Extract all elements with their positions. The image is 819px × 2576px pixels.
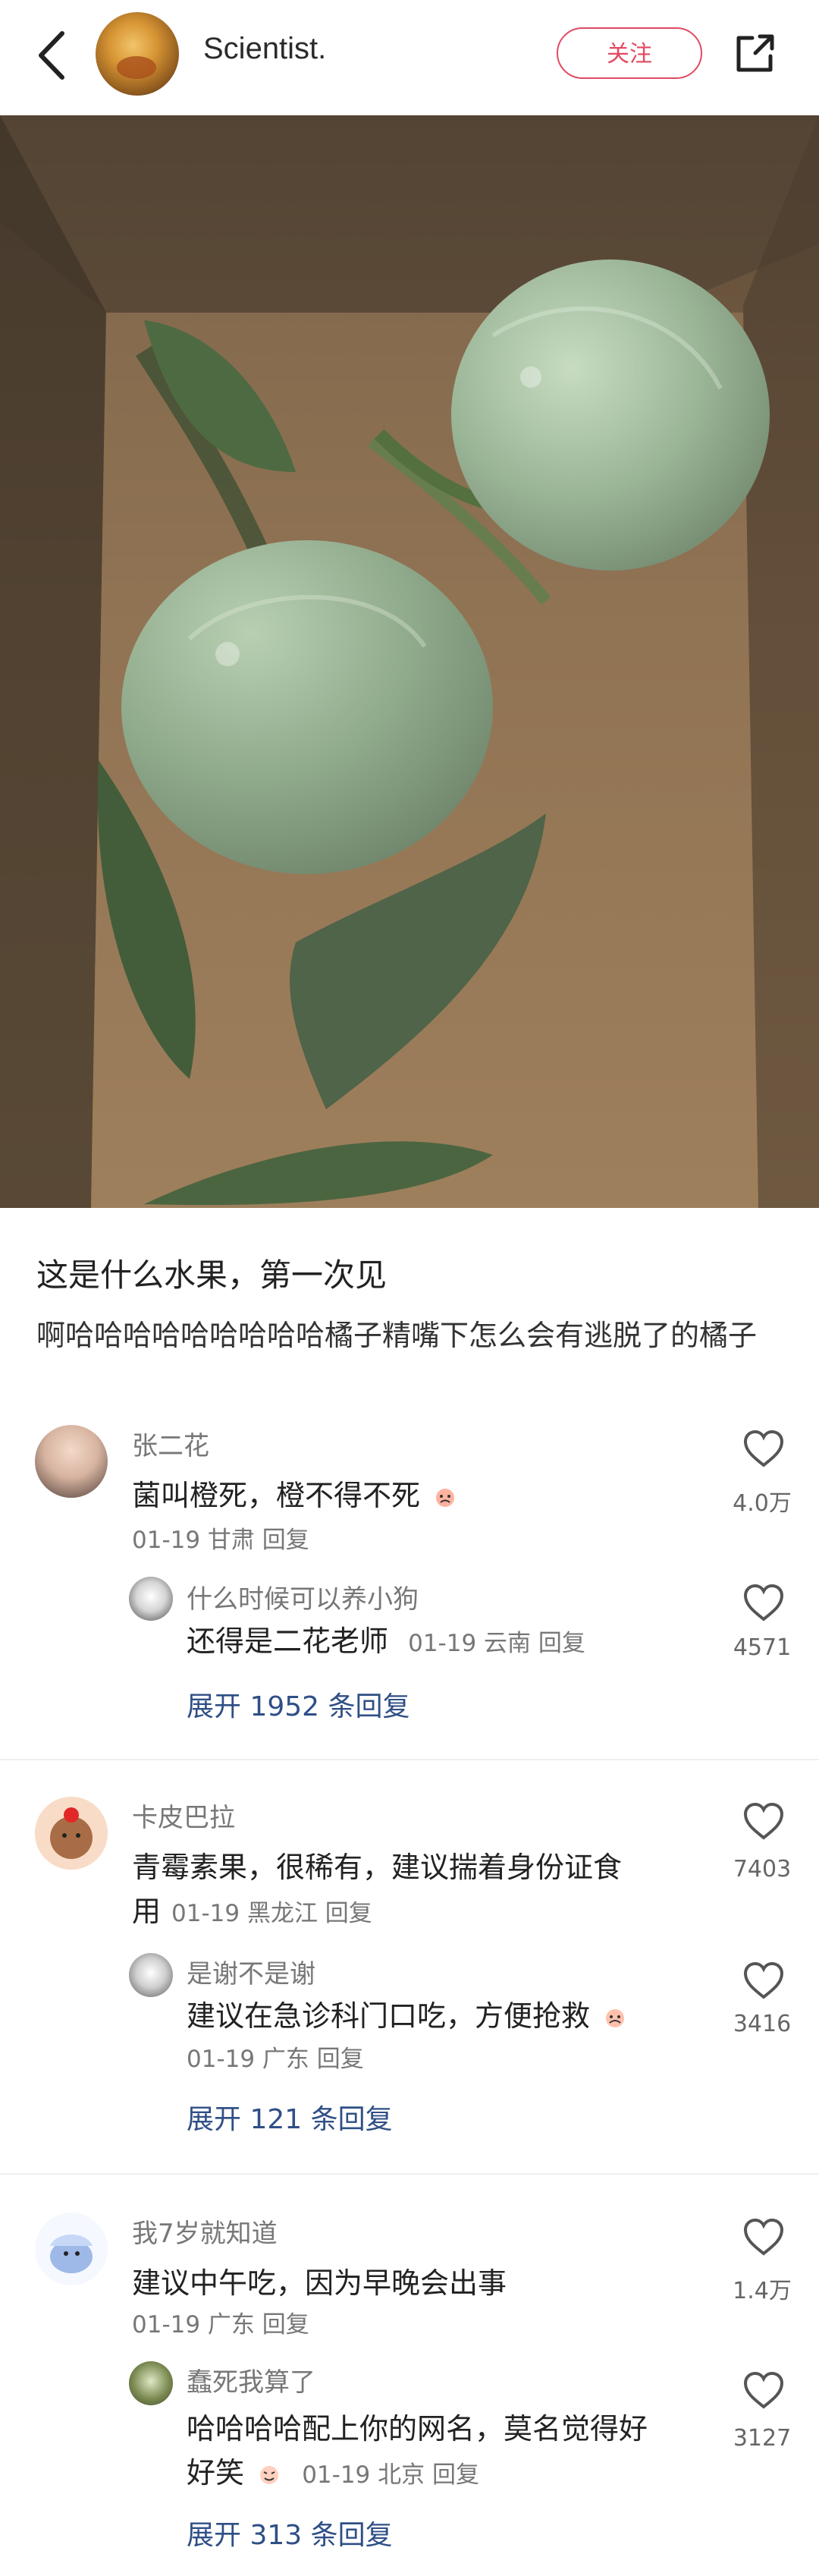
reply-text: 建议在急诊科门口吃，方便抢救 (187, 1994, 628, 2038)
post-photo[interactable] (0, 115, 819, 1208)
expand-replies[interactable]: 展开 313 条回复 (187, 2513, 393, 2552)
post-header: Scientist. 关注 (0, 0, 819, 115)
back-arrow-icon[interactable] (30, 29, 76, 82)
like-heart-icon[interactable] (742, 2217, 786, 2257)
crying-emoji-icon (606, 2008, 625, 2027)
author-avatar[interactable] (96, 12, 179, 96)
like-heart-icon[interactable] (742, 2370, 786, 2410)
commenter-name[interactable]: 卡皮巴拉 (132, 1797, 235, 1834)
like-count: 4.0万 (733, 1490, 792, 1517)
post-title: 这是什么水果，第一次见 (36, 1257, 388, 1294)
reply-name[interactable]: 蠢死我算了 (187, 2361, 315, 2398)
laughing-crying-emoji-icon (260, 2465, 279, 2484)
reply-text: 还得是二花老师 01-19 云南 回复 (187, 1625, 585, 1658)
expand-replies[interactable]: 展开 121 条回复 (187, 2097, 393, 2137)
like-count: 4571 (733, 1634, 792, 1661)
reply-name[interactable]: 什么时候可以养小狗 (187, 1578, 419, 1615)
comment-text: 青霉素果，很稀有，建议揣着身份证食 用 01-19 黑龙江 回复 (132, 1851, 623, 1928)
comment-divider (0, 1759, 819, 1760)
like-heart-icon[interactable] (742, 1801, 786, 1841)
reply-avatar[interactable] (129, 1953, 173, 1997)
reply-text: 哈哈哈哈配上你的网名，莫名觉得好 好笑 01-19 北京 回复 (187, 2412, 648, 2490)
like-count: 3127 (733, 2425, 792, 2452)
share-icon[interactable] (731, 30, 778, 77)
comment-meta[interactable]: 01-19 甘肃 回复 (132, 1521, 309, 1555)
crying-emoji-icon (436, 1488, 455, 1507)
author-name[interactable]: Scientist. (203, 32, 326, 66)
reply-meta[interactable]: 01-19 广东 回复 (187, 2040, 364, 2074)
comment-text: 建议中午吃，因为早晚会出事 (132, 2266, 507, 2300)
like-count: 1.4万 (733, 2278, 792, 2304)
post-description: 啊哈哈哈哈哈哈哈哈哈橘子精嘴下怎么会有逃脱了的橘子 (36, 1319, 758, 1352)
reply-avatar[interactable] (129, 2361, 173, 2405)
like-count: 7403 (733, 1856, 792, 1882)
like-heart-icon[interactable] (742, 1429, 786, 1468)
comment-meta[interactable]: 01-19 广东 回复 (132, 2305, 309, 2339)
commenter-name[interactable]: 我7岁就知道 (132, 2213, 278, 2250)
like-heart-icon[interactable] (742, 1961, 786, 2000)
commenter-name[interactable]: 张二花 (132, 1425, 209, 1462)
reply-avatar[interactable] (129, 1577, 173, 1621)
reply-name[interactable]: 是谢不是谢 (187, 1953, 315, 1990)
comment-text: 菌叫橙死，橙不得不死 (132, 1474, 458, 1518)
comment-avatar[interactable] (35, 2213, 108, 2285)
like-count: 3416 (733, 2011, 792, 2037)
comment-avatar[interactable] (35, 1425, 108, 1498)
comment-avatar[interactable] (35, 1797, 108, 1870)
comment-divider (0, 2173, 819, 2175)
expand-replies[interactable]: 展开 1952 条回复 (187, 1684, 410, 1724)
follow-button[interactable]: 关注 (557, 27, 702, 79)
like-heart-icon[interactable] (742, 1583, 786, 1622)
moldy-fruit-image (0, 115, 819, 1208)
